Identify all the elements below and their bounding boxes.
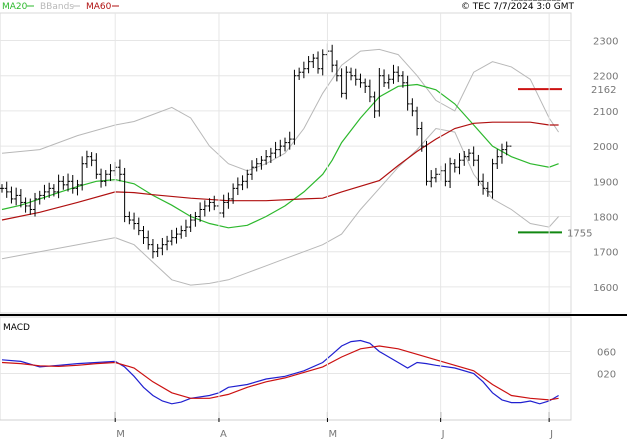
price-ytick-label: 2300 (593, 37, 618, 48)
price-ytick-label: 1900 (593, 177, 618, 188)
x-tick-label: A (220, 429, 227, 440)
price-bars (0, 0, 561, 259)
price-yaxis: 1600 1700 1800 1900 2000 2100 2200 2300 (593, 37, 618, 294)
legend: MA20 BBands MA60 © TEC 7/7/2024 3:0 GMT (2, 2, 574, 12)
legend-ma60-label: MA60 (86, 2, 112, 12)
macd-yaxis: 020 060 (597, 348, 616, 381)
stock-chart: MA20 BBands MA60 © TEC 7/7/2024 3:0 GMT … (0, 0, 627, 440)
chart-root: MA20 BBands MA60 © TEC 7/7/2024 3:0 GMT … (0, 0, 627, 440)
price-ytick-label: 1800 (593, 213, 618, 224)
bbands (1, 48, 560, 286)
price-ytick-label: 2000 (593, 142, 618, 153)
x-tick-label: M (116, 429, 125, 440)
macd-ytick-label: 060 (597, 348, 616, 359)
ma60-line (1, 121, 559, 221)
price-ytick-label: 1700 (593, 248, 618, 259)
price-ytick-label: 1600 (593, 283, 618, 294)
x-tick-label: M (328, 429, 337, 440)
legend-ma20-label: MA20 (2, 2, 28, 12)
signal-line (1, 345, 559, 401)
price-ytick-label: 2100 (593, 107, 618, 118)
macd-title: MACD (3, 323, 30, 333)
resistance-level-label: 2162 (591, 85, 616, 96)
macd-ytick-label: 020 (597, 370, 616, 381)
price-panel: 1600 1700 1800 1900 2000 2100 2200 2300 2162 175… (0, 0, 618, 314)
x-tick-label: J (549, 429, 553, 440)
price-ytick-label: 2200 (593, 72, 618, 83)
legend-bbands-label: BBands (40, 2, 74, 12)
macd-lines (1, 339, 559, 405)
x-tick-label: J (441, 429, 445, 440)
support-level-label: 1755 (567, 228, 592, 239)
price-panel-frame (0, 12, 572, 314)
macd-grid (0, 351, 571, 374)
copyright-text: © TEC 7/7/2024 3:0 GMT (461, 2, 575, 12)
macd-panel: MACD 020 060 (0, 316, 616, 421)
macd-panel-frame (0, 316, 572, 421)
